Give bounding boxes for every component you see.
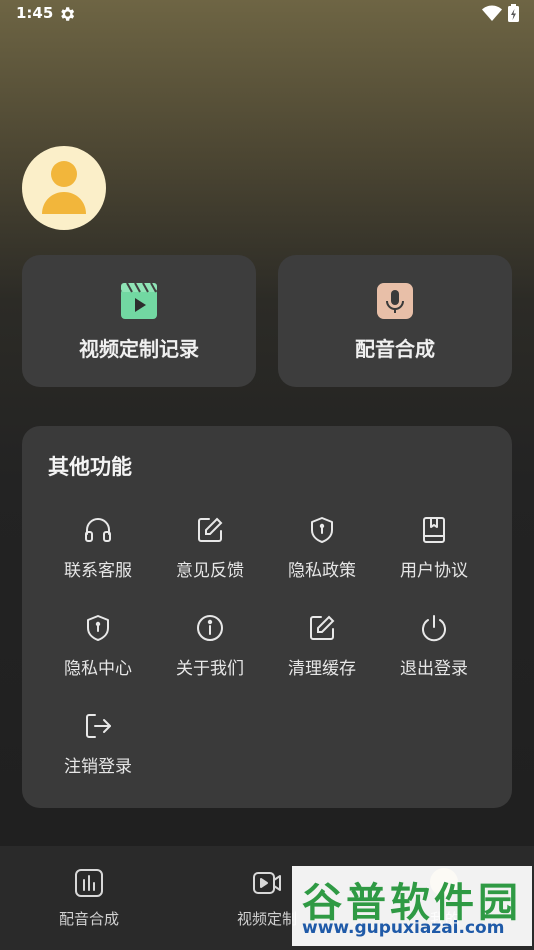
func-label: 意见反馈	[176, 561, 244, 581]
logout-icon	[86, 714, 111, 738]
video-clapper-icon	[121, 282, 157, 319]
audio-bars-icon	[75, 869, 103, 897]
user-agreement-item[interactable]: 用户协议	[378, 516, 490, 596]
headset-icon	[85, 518, 111, 542]
profile-avatar[interactable]	[22, 146, 106, 230]
logout-item[interactable]: 退出登录	[378, 614, 490, 694]
cancel-account-item[interactable]: 注销登录	[42, 712, 154, 792]
nav-dubbing[interactable]: 配音合成	[0, 846, 178, 950]
gear-icon	[61, 7, 75, 21]
other-functions-title: 其他功能	[48, 455, 132, 479]
edit-icon	[198, 517, 223, 542]
func-label: 注销登录	[64, 757, 132, 777]
power-icon	[422, 615, 446, 642]
wifi-icon	[482, 5, 502, 21]
video-record-card[interactable]: 视频定制记录	[22, 255, 256, 387]
clear-cache-item[interactable]: 清理缓存	[266, 614, 378, 694]
func-label: 清理缓存	[288, 659, 356, 679]
feedback-item[interactable]: 意见反馈	[154, 516, 266, 596]
status-time: 1:45	[16, 4, 54, 22]
watermark: 谷普软件园 www.gupuxiazai.com	[292, 866, 532, 946]
privacy-policy-item[interactable]: 隐私政策	[266, 516, 378, 596]
func-label: 用户协议	[400, 561, 468, 581]
bookmark-book-icon	[423, 517, 445, 543]
func-label: 隐私政策	[288, 561, 356, 581]
func-label: 退出登录	[400, 659, 468, 679]
dubbing-card[interactable]: 配音合成	[278, 255, 512, 387]
dubbing-label: 配音合成	[355, 337, 435, 361]
microphone-icon	[377, 283, 413, 319]
video-camera-icon	[253, 872, 281, 894]
user-icon	[42, 161, 86, 214]
func-label: 联系客服	[64, 561, 132, 581]
func-label: 关于我们	[176, 659, 244, 679]
battery-charging-icon	[508, 4, 519, 22]
shield-icon	[87, 615, 109, 641]
privacy-center-item[interactable]: 隐私中心	[42, 614, 154, 694]
func-label: 隐私中心	[64, 659, 132, 679]
info-icon	[197, 615, 223, 641]
other-functions-panel: 其他功能 联系客服 意见反馈 隐私政策 用户协议 隐私中心 关于我们 清理缓存 …	[22, 426, 512, 808]
nav-label: 配音合成	[58, 910, 119, 928]
video-record-label: 视频定制记录	[79, 337, 199, 361]
contact-service-item[interactable]: 联系客服	[42, 516, 154, 596]
status-bar: 1:45	[0, 0, 534, 30]
watermark-url: www.gupuxiazai.com	[302, 918, 505, 938]
about-us-item[interactable]: 关于我们	[154, 614, 266, 694]
shield-icon	[311, 517, 333, 543]
edit-icon	[310, 615, 335, 640]
